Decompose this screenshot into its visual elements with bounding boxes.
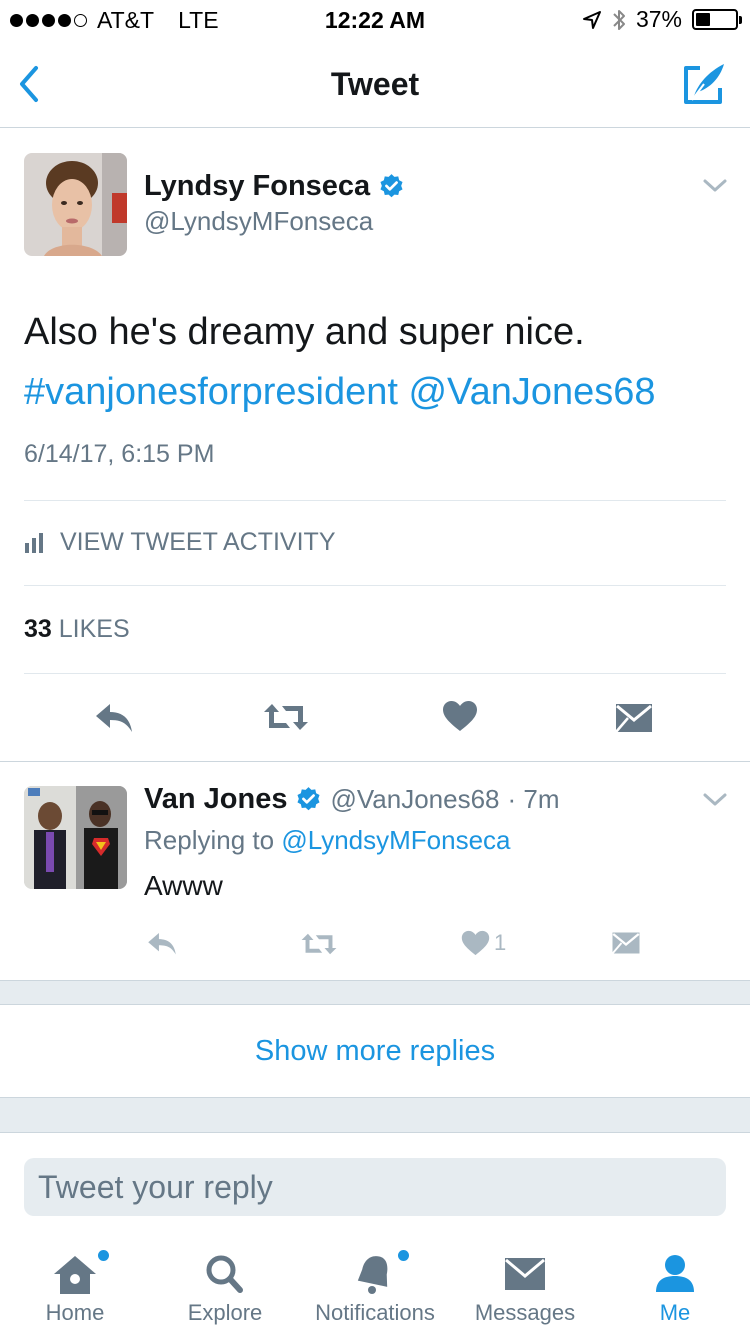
replying-to: Replying to @LyndsyMFonseca xyxy=(144,825,511,856)
battery-level xyxy=(696,13,711,26)
battery-icon xyxy=(692,9,742,30)
reply-author-name[interactable]: Van Jones xyxy=(144,783,287,816)
author-handle[interactable]: @LyndsyMFonseca xyxy=(144,206,373,237)
battery-percent: 37% xyxy=(635,6,682,32)
reply-icon[interactable] xyxy=(94,700,134,734)
direct-message-icon[interactable] xyxy=(614,702,654,734)
replying-to-prefix: Replying to xyxy=(144,825,275,855)
likes-summary[interactable]: 33 LIKES xyxy=(24,615,130,644)
location-arrow-icon xyxy=(582,10,601,29)
compose-icon[interactable] xyxy=(680,60,730,108)
reply-input[interactable] xyxy=(24,1158,726,1216)
divider xyxy=(24,585,726,586)
home-notification-dot xyxy=(98,1250,109,1261)
reply-header: Van Jones @VanJones68 · 7m xyxy=(144,783,560,816)
verified-badge-icon xyxy=(380,174,403,198)
section-separator xyxy=(0,1097,750,1133)
reply-icon[interactable] xyxy=(146,930,178,956)
tab-explore[interactable]: Explore xyxy=(150,1234,300,1334)
mention-link[interactable]: @VanJones68 xyxy=(408,371,655,413)
author-name[interactable]: Lyndsy Fonseca xyxy=(144,170,405,203)
home-icon xyxy=(54,1256,96,1294)
divider xyxy=(24,673,726,674)
tab-notifications-label[interactable]: Notifications xyxy=(300,1300,450,1326)
avatar[interactable] xyxy=(24,786,127,889)
heart-icon[interactable] xyxy=(442,700,478,732)
view-tweet-activity-label[interactable]: VIEW TWEET ACTIVITY xyxy=(60,528,336,557)
section-divider xyxy=(0,761,750,762)
tab-notifications[interactable]: Notifications xyxy=(300,1234,450,1334)
avatar[interactable] xyxy=(24,153,127,256)
retweet-icon[interactable] xyxy=(262,702,310,732)
tab-messages-label[interactable]: Messages xyxy=(450,1300,600,1326)
view-tweet-activity-button[interactable]: VIEW TWEET ACTIVITY xyxy=(24,528,336,557)
bar-chart-icon xyxy=(25,532,43,553)
status-right: 37% xyxy=(582,6,742,33)
tweet-text-plain: Also he's dreamy and super nice. xyxy=(24,311,585,353)
hashtag-link[interactable]: #vanjonesforpresident xyxy=(24,371,398,413)
likes-label[interactable]: LIKES xyxy=(59,615,130,643)
reply-like-count: 1 xyxy=(494,930,507,955)
bell-icon xyxy=(357,1256,388,1294)
reply-tweet-text: Awww xyxy=(144,870,223,901)
tab-me[interactable]: Me xyxy=(600,1234,750,1334)
tab-explore-label[interactable]: Explore xyxy=(150,1300,300,1326)
tab-messages[interactable]: Messages xyxy=(450,1234,600,1334)
status-bar: AT&T LTE 12:22 AM 37% xyxy=(0,0,750,40)
show-more-replies-button[interactable]: Show more replies xyxy=(0,1005,750,1097)
tab-me-label[interactable]: Me xyxy=(600,1300,750,1326)
tweet-text: Also he's dreamy and super nice. #vanjon… xyxy=(24,302,724,422)
envelope-icon xyxy=(505,1258,545,1290)
tab-bar: Home Explore Notifications Messages Me xyxy=(0,1234,750,1334)
reply-time-ago: · 7m xyxy=(507,784,560,814)
author-name-text[interactable]: Lyndsy Fonseca xyxy=(144,170,370,203)
tweet-timestamp: 6/14/17, 6:15 PM xyxy=(24,440,215,468)
replying-to-link[interactable]: @LyndsyMFonseca xyxy=(281,825,510,855)
nav-bar: Tweet xyxy=(0,40,750,128)
tab-home[interactable]: Home xyxy=(0,1234,150,1334)
search-icon xyxy=(206,1255,243,1293)
divider xyxy=(24,500,726,501)
direct-message-icon[interactable] xyxy=(611,931,641,955)
reply-author-handle[interactable]: @VanJones68 xyxy=(330,784,499,815)
heart-icon[interactable] xyxy=(461,930,490,956)
retweet-icon[interactable] xyxy=(300,932,338,956)
notifications-dot xyxy=(398,1250,409,1261)
chevron-down-icon[interactable] xyxy=(702,178,728,194)
person-icon xyxy=(656,1255,694,1292)
bluetooth-icon xyxy=(613,9,625,30)
verified-badge-icon xyxy=(297,787,320,811)
reply-composer xyxy=(0,1133,750,1233)
likes-count[interactable]: 33 xyxy=(24,615,52,643)
tab-home-label[interactable]: Home xyxy=(0,1300,150,1326)
page-title: Tweet xyxy=(330,66,420,102)
section-separator xyxy=(0,980,750,1005)
chevron-down-icon[interactable] xyxy=(702,792,728,808)
